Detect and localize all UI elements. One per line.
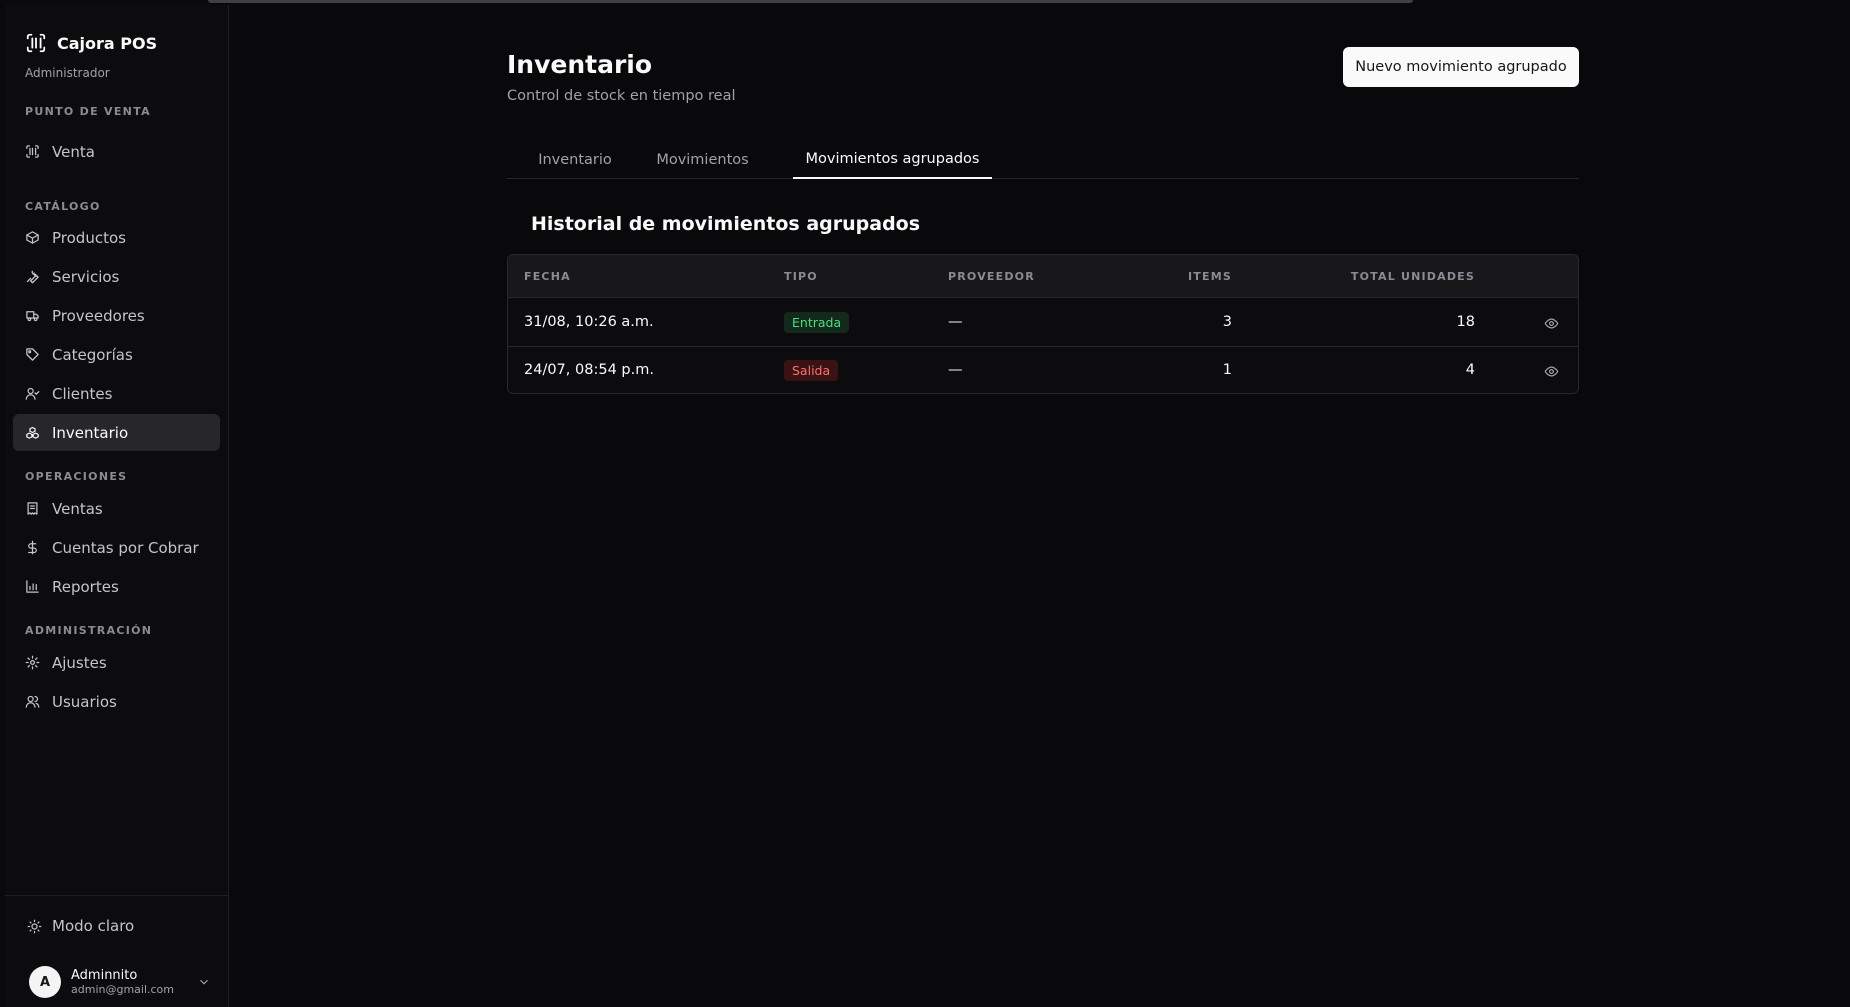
boxes-icon (26, 426, 39, 439)
cell-fecha: 24/07, 08:54 p.m. (524, 362, 654, 378)
column-header-fecha: FECHA (524, 270, 571, 283)
section-label-administracion: ADMINISTRACIÓN (25, 624, 153, 637)
cell-proveedor: — (948, 362, 963, 378)
sidebar-item-proveedores[interactable]: Proveedores (13, 297, 220, 334)
tabs: Inventario Movimientos Movimientos agrup… (507, 140, 1579, 179)
cell-fecha: 31/08, 10:26 a.m. (524, 314, 654, 330)
eye-icon[interactable] (1544, 316, 1559, 331)
app-name: Cajora POS (57, 33, 158, 53)
sidebar-divider (5, 895, 229, 896)
avatar: A (29, 966, 61, 998)
sidebar-item-label: Ventas (52, 499, 103, 518)
sidebar-item-categorias[interactable]: Categorías (13, 336, 220, 373)
page-subtitle: Control de stock en tiempo real (507, 88, 736, 104)
sidebar-item-productos[interactable]: Productos (13, 219, 220, 256)
sidebar-item-label: Productos (52, 228, 126, 247)
user-role: Administrador (25, 66, 110, 80)
eye-icon[interactable] (1544, 364, 1559, 379)
tab-movimientos-agrupados[interactable]: Movimientos agrupados (793, 140, 992, 179)
theme-toggle[interactable]: Modo claro (27, 917, 134, 935)
status-badge-salida: Salida (784, 360, 839, 381)
status-badge-entrada: Entrada (784, 312, 850, 333)
receipt-icon (27, 502, 38, 515)
main-content: Inventario Control de stock en tiempo re… (230, 0, 1850, 1007)
user-email: admin@gmail.com (71, 983, 175, 996)
section-label-operaciones: OPERACIONES (25, 470, 128, 483)
users-icon (25, 695, 40, 708)
table-header: FECHA TIPO PROVEEDOR ITEMS TOTAL UNIDADE… (508, 255, 1578, 298)
sidebar-item-label: Servicios (52, 267, 120, 286)
cell-total-unidades: 4 (1465, 362, 1475, 378)
bar-chart-icon (26, 580, 39, 593)
user-check-icon (25, 387, 40, 400)
sidebar-item-cuentas-por-cobrar[interactable]: Cuentas por Cobrar (13, 529, 220, 566)
cell-total-unidades: 18 (1456, 314, 1475, 330)
sun-icon (27, 919, 42, 933)
theme-toggle-label: Modo claro (52, 917, 135, 935)
sidebar-item-venta[interactable]: Venta (13, 133, 220, 170)
scan-barcode-icon (26, 145, 39, 158)
sidebar-item-label: Clientes (52, 384, 113, 403)
page-title: Inventario (507, 50, 653, 79)
sidebar-item-label: Categorías (52, 345, 133, 364)
sidebar-item-inventario[interactable]: Inventario (13, 414, 220, 451)
column-header-items: ITEMS (1188, 270, 1232, 283)
user-info: Adminnito admin@gmail.com (71, 968, 174, 996)
truck-icon (26, 311, 39, 322)
section-label-punto-de-venta: PUNTO DE VENTA (25, 105, 151, 118)
user-menu[interactable]: A Adminnito admin@gmail.com (29, 965, 211, 999)
table-row[interactable]: 31/08, 10:26 a.m. Entrada — 3 18 (508, 299, 1578, 347)
scan-barcode-icon (26, 33, 46, 53)
tab-movimientos[interactable]: Movimientos (631, 140, 774, 179)
sidebar-item-label: Venta (52, 142, 95, 161)
tag-icon (26, 348, 39, 361)
sidebar: Cajora POS Administrador PUNTO DE VENTA … (5, 5, 229, 1007)
wrench-icon (26, 270, 39, 284)
user-name: Adminnito (71, 968, 138, 983)
sidebar-item-ajustes[interactable]: Ajustes (13, 644, 220, 681)
sidebar-item-clientes[interactable]: Clientes (13, 375, 220, 412)
sidebar-item-label: Cuentas por Cobrar (52, 538, 199, 557)
dollar-icon (28, 540, 37, 555)
sidebar-item-label: Usuarios (52, 692, 117, 711)
cell-items: 1 (1222, 362, 1232, 378)
tab-inventario[interactable]: Inventario (523, 140, 627, 179)
sidebar-item-label: Proveedores (52, 306, 145, 325)
column-header-proveedor: PROVEEDOR (948, 270, 1035, 283)
sidebar-item-usuarios[interactable]: Usuarios (13, 683, 220, 720)
section-title: Historial de movimientos agrupados (531, 213, 921, 235)
sidebar-item-label: Reportes (52, 577, 119, 596)
brand[interactable]: Cajora POS (25, 32, 157, 54)
sidebar-item-servicios[interactable]: Servicios (13, 258, 220, 295)
cell-proveedor: — (948, 314, 963, 330)
column-header-tipo: TIPO (784, 270, 818, 283)
chevron-down-icon (200, 979, 208, 985)
package-icon (26, 231, 39, 244)
grouped-movements-table: FECHA TIPO PROVEEDOR ITEMS TOTAL UNIDADE… (507, 254, 1579, 394)
sidebar-item-ventas[interactable]: Ventas (13, 490, 220, 527)
sidebar-item-label: Ajustes (52, 653, 107, 672)
cell-items: 3 (1222, 314, 1232, 330)
table-row[interactable]: 24/07, 08:54 p.m. Salida — 1 4 (508, 347, 1578, 393)
gear-icon (25, 655, 40, 670)
column-header-total-unidades: TOTAL UNIDADES (1350, 270, 1475, 283)
new-grouped-movement-button[interactable]: Nuevo movimiento agrupado (1343, 47, 1579, 87)
sidebar-item-reportes[interactable]: Reportes (13, 568, 220, 605)
sidebar-item-label: Inventario (52, 423, 129, 442)
section-label-catalogo: CATÁLOGO (25, 200, 101, 213)
